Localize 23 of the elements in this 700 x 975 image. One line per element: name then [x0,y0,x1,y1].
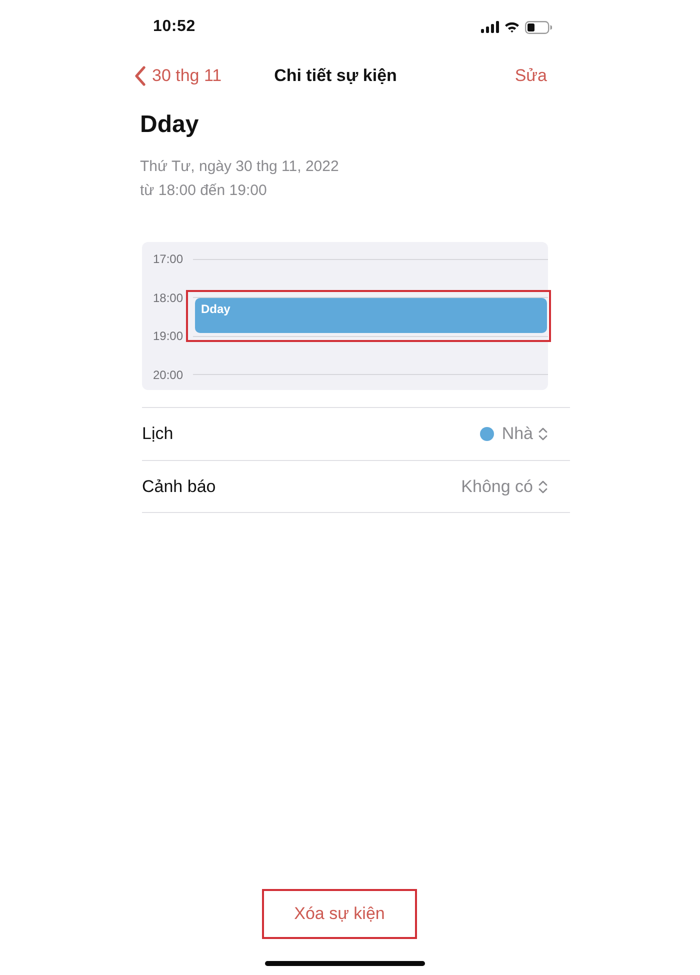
row-label: Cảnh báo [142,476,216,498]
row-label: Lịch [142,423,174,446]
hour-label: 19:00 [153,328,184,345]
wifi-icon [504,21,520,33]
hour-label: 20:00 [153,366,184,384]
battery-icon [525,20,552,34]
picker-button[interactable]: Nhà [502,421,548,447]
screen-title: Chi tiết sự kiện [274,65,397,88]
chevron-left-icon [134,66,146,86]
status-time: 10:52 [153,17,196,37]
signal-icon [481,21,499,33]
back-button[interactable]: 30 thg 11 [134,63,222,89]
hour-label: 17:00 [153,251,184,268]
delete-event-button[interactable]: Xóa sự kiện [286,895,393,933]
picker-button[interactable]: Không có [461,474,548,500]
chevron-up-down-icon [538,427,548,441]
chevron-up-down-icon [538,480,548,494]
event-time-range: từ 18:00 đến 19:00 [140,181,268,201]
event-block[interactable]: Dday [195,298,547,333]
hour-label: 18:00 [153,290,184,306]
event-title: Dday [140,110,200,140]
edit-button[interactable]: Sửa [514,63,547,89]
event-date: Thứ Tư, ngày 30 thg 11, 2022 [140,157,340,177]
